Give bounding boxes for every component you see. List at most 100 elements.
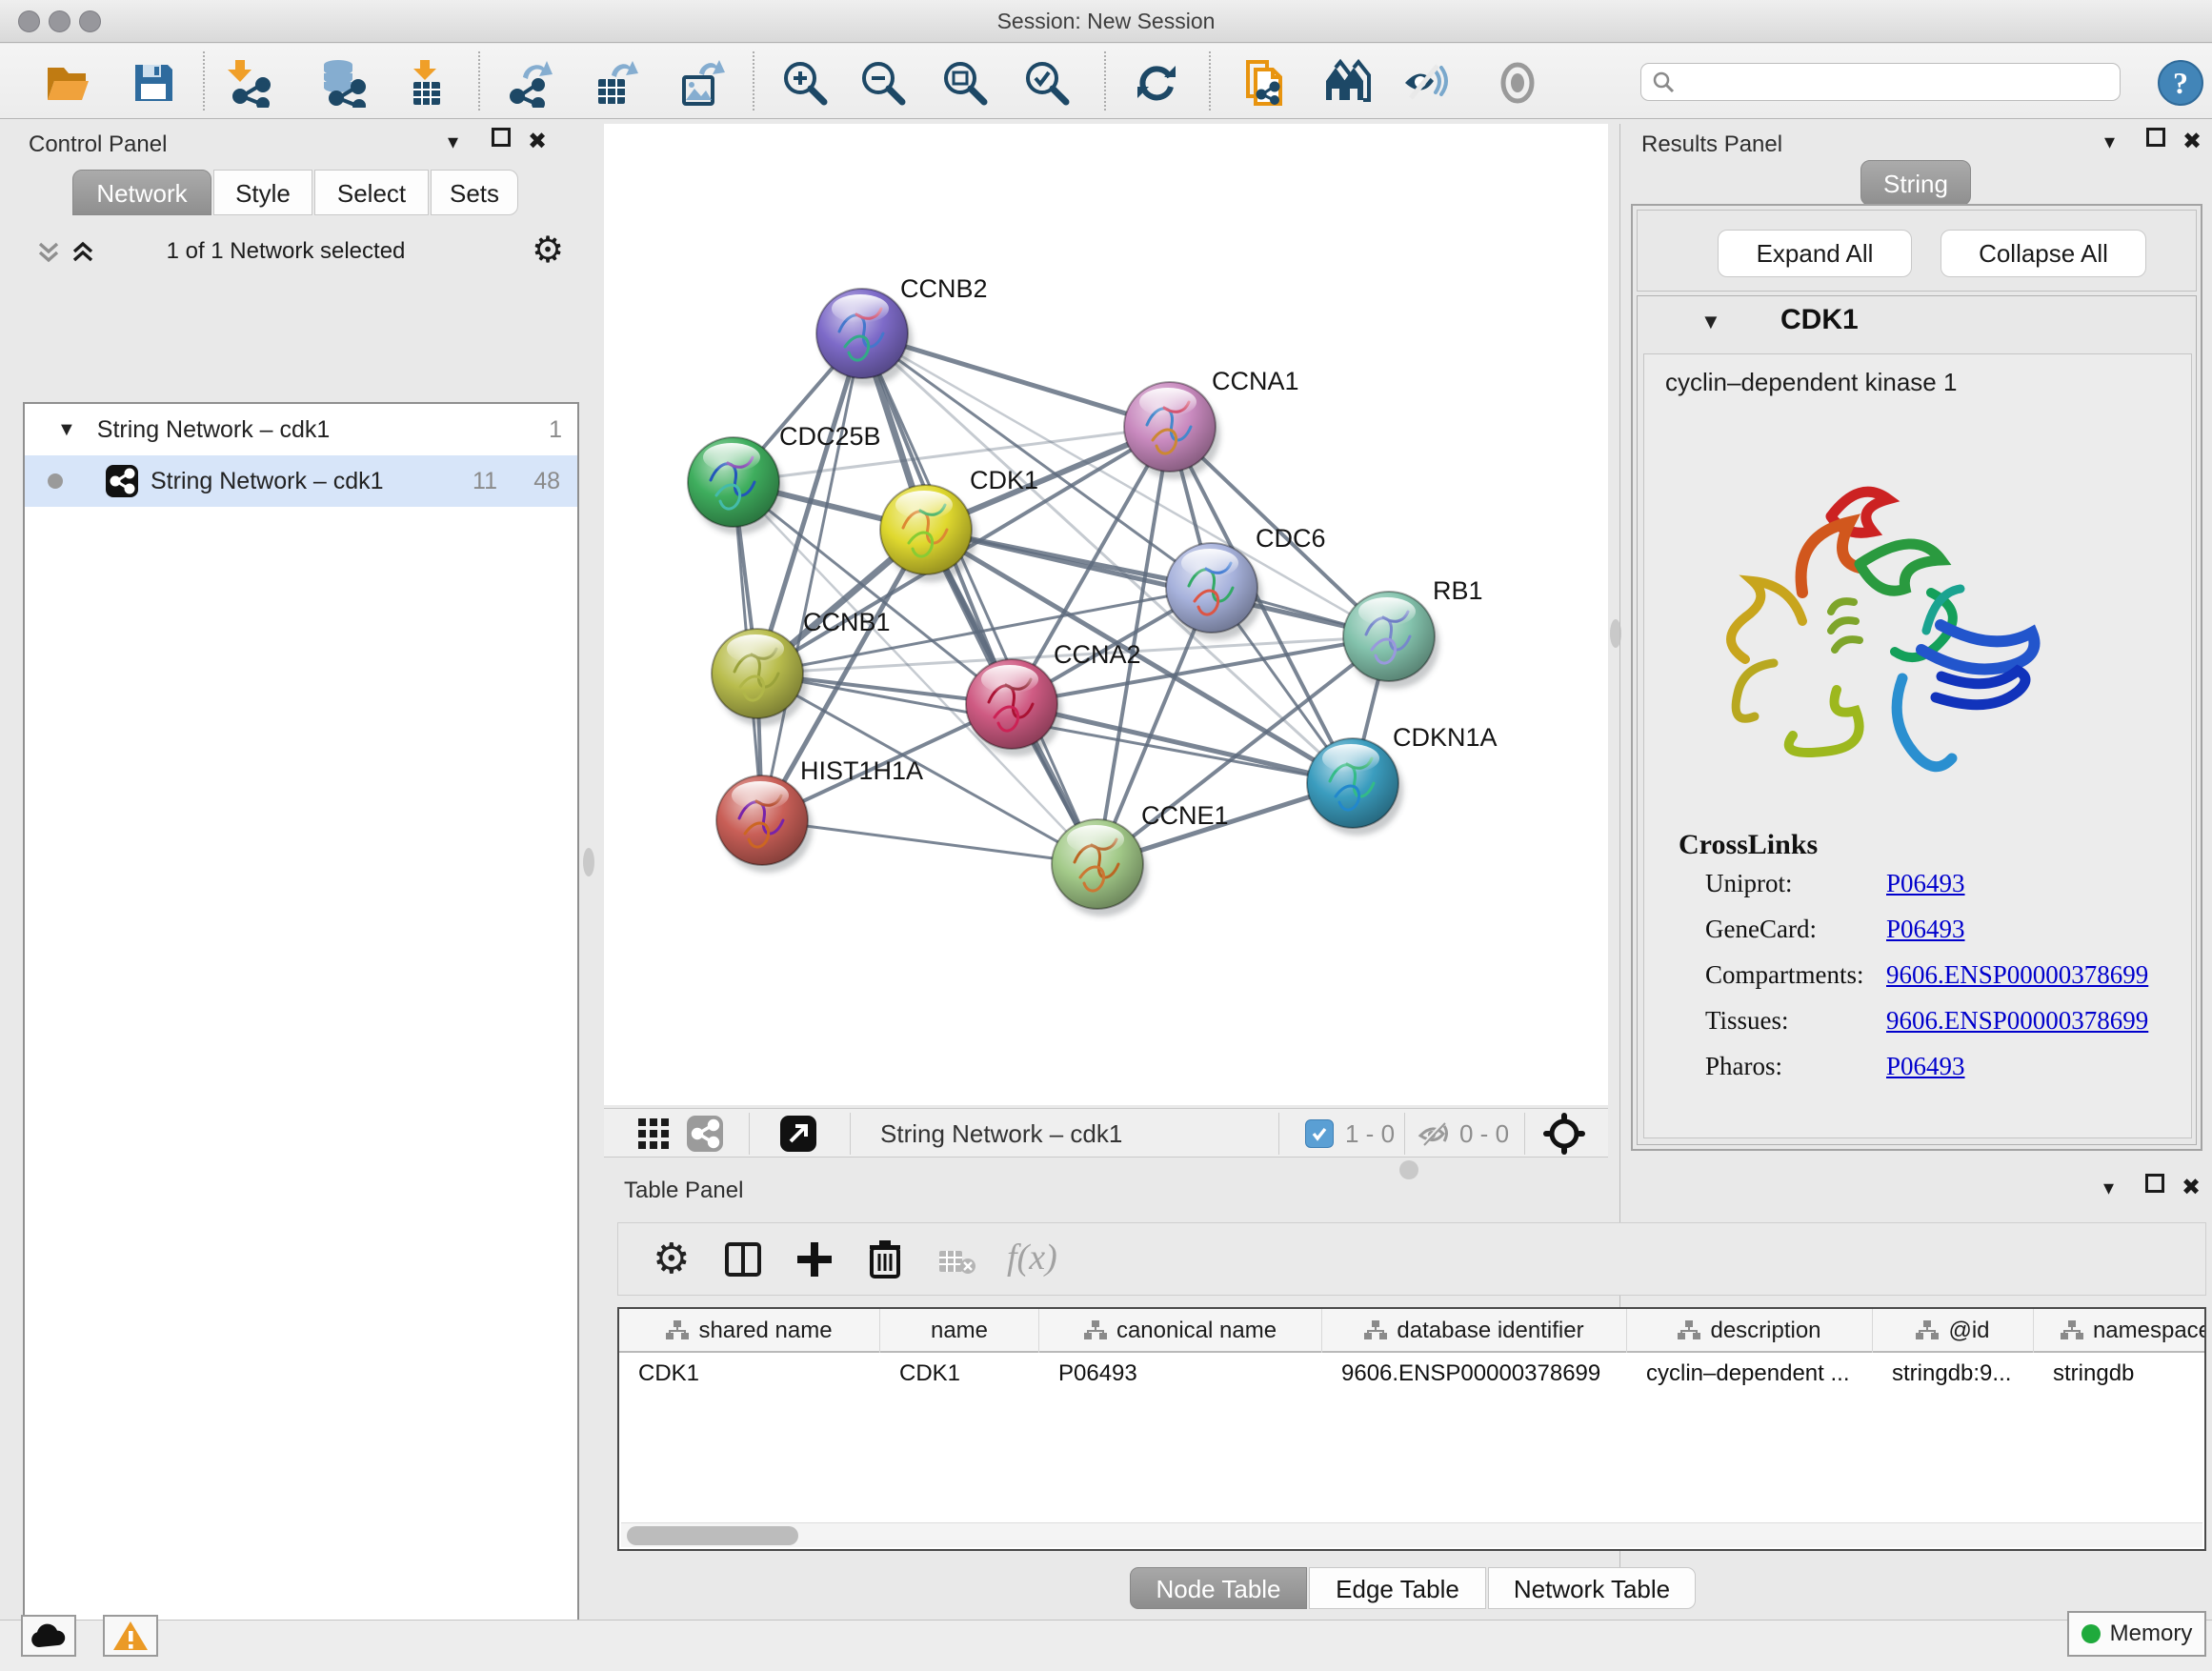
network-node-RB1[interactable]: RB1 xyxy=(1343,576,1483,681)
column-header--id[interactable]: @id xyxy=(1873,1309,2034,1353)
tab-sets[interactable]: Sets xyxy=(431,170,518,215)
tree-expander-icon[interactable]: ▼ xyxy=(57,419,76,441)
float-panel-icon[interactable] xyxy=(2145,1174,2164,1193)
export-image-button[interactable] xyxy=(674,55,729,111)
network-node-HIST1H1A[interactable]: HIST1H1A xyxy=(716,756,923,865)
collapse-all-button[interactable]: Collapse All xyxy=(1941,230,2146,277)
crosslink-row: Compartments:9606.ENSP00000378699 xyxy=(1705,960,2182,1006)
tab-string[interactable]: String xyxy=(1860,160,1971,206)
column-header-label: name xyxy=(931,1318,988,1344)
network-view-title: String Network – cdk1 xyxy=(880,1119,1122,1149)
left-splitter-handle[interactable] xyxy=(583,848,594,876)
column-header-database-identifier[interactable]: database identifier xyxy=(1322,1309,1627,1353)
table-cell[interactable]: CDK1 xyxy=(619,1355,880,1393)
duplicate-network-button[interactable] xyxy=(1237,55,1293,111)
import-network-from-database-button[interactable] xyxy=(314,55,370,111)
zoom-selected-button[interactable] xyxy=(1019,55,1075,111)
table-cell[interactable]: stringdb xyxy=(2034,1355,2206,1393)
import-table-from-file-button[interactable] xyxy=(399,55,454,111)
edge-count: 48 xyxy=(533,468,560,495)
network-edge-CCNB2-HIST1H1A[interactable] xyxy=(762,333,862,820)
table-cell[interactable]: P06493 xyxy=(1039,1355,1322,1393)
show-all-button[interactable] xyxy=(1490,55,1545,111)
crosslink-value-link[interactable]: P06493 xyxy=(1886,1052,1965,1081)
float-panel-icon[interactable] xyxy=(2146,128,2165,147)
crosslink-value-link[interactable]: 9606.ENSP00000378699 xyxy=(1886,960,2148,990)
export-network-button[interactable] xyxy=(503,55,558,111)
panel-menu-icon[interactable]: ▾ xyxy=(2104,130,2115,154)
expand-all-icon[interactable] xyxy=(70,240,95,265)
network-row-selected[interactable]: String Network – cdk1 11 48 xyxy=(25,455,577,507)
tab-network-table[interactable]: Network Table xyxy=(1488,1567,1696,1609)
zoom-out-button[interactable] xyxy=(855,55,911,111)
export-table-button[interactable] xyxy=(588,55,643,111)
horizontal-scrollbar[interactable] xyxy=(621,1522,2202,1547)
expand-all-button[interactable]: Expand All xyxy=(1718,230,1912,277)
network-node-CDKN1A[interactable]: CDKN1A xyxy=(1307,723,1498,828)
delete-table-icon-disabled xyxy=(938,1248,976,1277)
table-cell[interactable]: CDK1 xyxy=(880,1355,1039,1393)
tab-style[interactable]: Style xyxy=(213,170,312,215)
grid-view-icon[interactable] xyxy=(638,1118,669,1149)
crosslink-row: Pharos:P06493 xyxy=(1705,1052,2182,1097)
collapse-all-icon[interactable] xyxy=(36,240,61,265)
table-settings-gear-icon[interactable]: ⚙ xyxy=(653,1235,690,1283)
help-button[interactable]: ? xyxy=(2153,55,2208,111)
network-collection-row[interactable]: ▼ String Network – cdk1 1 xyxy=(25,404,577,455)
show-columns-icon[interactable] xyxy=(725,1242,761,1277)
memory-button[interactable]: Memory xyxy=(2067,1611,2206,1657)
crosslink-value-link[interactable]: P06493 xyxy=(1886,869,1965,898)
scrollbar-thumb[interactable] xyxy=(627,1526,798,1545)
float-panel-icon[interactable] xyxy=(492,128,511,147)
column-header-namespace[interactable]: namespace xyxy=(2034,1309,2206,1353)
crosslink-value-link[interactable]: P06493 xyxy=(1886,915,1965,944)
close-panel-icon[interactable]: ✖ xyxy=(528,128,547,155)
detach-view-icon[interactable] xyxy=(779,1115,817,1153)
column-header-canonical-name[interactable]: canonical name xyxy=(1039,1309,1322,1353)
table-cell[interactable]: stringdb:9... xyxy=(1873,1355,2034,1393)
save-session-button[interactable] xyxy=(126,55,181,111)
panel-menu-icon[interactable]: ▾ xyxy=(448,130,458,154)
panel-menu-icon[interactable]: ▾ xyxy=(2103,1176,2114,1200)
column-namespace-icon xyxy=(2061,1320,2083,1341)
hidden-eye-icon xyxy=(1418,1118,1452,1149)
network-edge-CCNA2-CDKN1A[interactable] xyxy=(1012,704,1353,783)
network-edge-CCNB2-RB1[interactable] xyxy=(862,333,1389,636)
tab-node-table[interactable]: Node Table xyxy=(1130,1567,1307,1609)
cloud-button[interactable] xyxy=(21,1615,76,1657)
section-collapse-icon[interactable]: ▼ xyxy=(1700,310,1721,334)
crosslink-value-link[interactable]: 9606.ENSP00000378699 xyxy=(1886,1006,2148,1036)
column-header-name[interactable]: name xyxy=(880,1309,1039,1353)
import-network-from-file-button[interactable] xyxy=(222,55,277,111)
table-row[interactable]: CDK1CDK1P064939606.ENSP00000378699cyclin… xyxy=(619,1355,2206,1393)
network-canvas[interactable]: CCNB2CCNA1CDC25BCDK1CDC6RB1CCNB1CCNA2CDK… xyxy=(604,124,1608,1105)
column-header-description[interactable]: description xyxy=(1627,1309,1873,1353)
graphics-details-button[interactable] xyxy=(1320,55,1376,111)
hide-selected-button[interactable] xyxy=(1398,55,1454,111)
search-input[interactable] xyxy=(1676,69,2095,95)
network-options-gear-icon[interactable]: ⚙ xyxy=(532,229,564,272)
create-column-icon[interactable] xyxy=(795,1240,834,1278)
tab-select[interactable]: Select xyxy=(314,170,429,215)
table-cell[interactable]: cyclin–dependent ... xyxy=(1627,1355,1873,1393)
close-panel-icon[interactable]: ✖ xyxy=(2182,128,2202,155)
warnings-button[interactable] xyxy=(103,1615,158,1657)
close-panel-icon[interactable]: ✖ xyxy=(2182,1174,2201,1201)
tab-network[interactable]: Network xyxy=(72,170,211,215)
gene-details: cyclin–dependent kinase 1 xyxy=(1643,353,2192,1138)
node-label-CCNE1: CCNE1 xyxy=(1141,801,1229,830)
zoom-fit-button[interactable] xyxy=(937,55,993,111)
birds-eye-view-icon[interactable] xyxy=(1543,1113,1585,1155)
zoom-in-button[interactable] xyxy=(777,55,833,111)
open-session-button[interactable] xyxy=(40,55,95,111)
delete-column-icon[interactable] xyxy=(868,1238,902,1278)
memory-label: Memory xyxy=(2110,1621,2193,1647)
string-view-icon[interactable] xyxy=(686,1115,724,1153)
gene-section: ▼ CDK1 cyclin–dependent kinase 1 xyxy=(1637,295,2197,1145)
column-header-shared-name[interactable]: shared name xyxy=(619,1309,880,1353)
tab-edge-table[interactable]: Edge Table xyxy=(1309,1567,1486,1609)
apply-layout-button[interactable] xyxy=(1129,55,1184,111)
node-label-RB1: RB1 xyxy=(1433,576,1483,605)
table-cell[interactable]: 9606.ENSP00000378699 xyxy=(1322,1355,1627,1393)
selected-checkbox[interactable] xyxy=(1305,1119,1334,1148)
